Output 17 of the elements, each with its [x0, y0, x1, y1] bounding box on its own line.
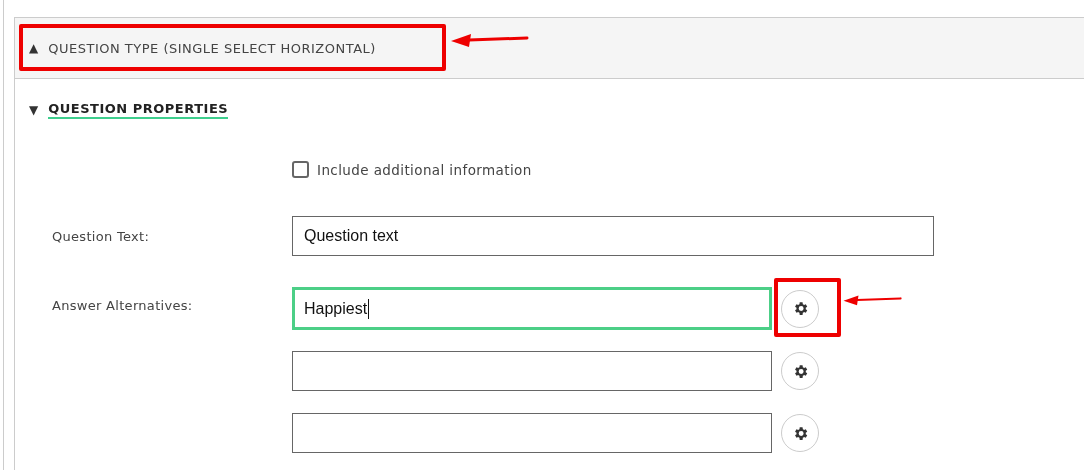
expand-arrow: ▼ [29, 103, 39, 117]
checkbox-label: Include additional information [317, 161, 532, 178]
highlight-box [774, 278, 841, 337]
checkbox[interactable] [292, 161, 309, 178]
settings-button[interactable] [781, 352, 819, 390]
section-header[interactable]: ▲ QUESTION TYPE (SINGLE SELECT HORIZONTAL) [15, 18, 1084, 79]
section-title[interactable]: QUESTION PROPERTIES [48, 101, 229, 119]
field-label: Answer Alternatives: [51, 297, 194, 315]
collapse-arrow: ▲ [29, 41, 39, 55]
answer-field[interactable]: Happiest [292, 287, 772, 330]
section-title: QUESTION TYPE (SINGLE SELECT HORIZONTAL) [48, 40, 376, 56]
settings-button[interactable] [781, 289, 819, 328]
answer-field[interactable] [292, 413, 772, 453]
settings-button[interactable] [781, 414, 819, 452]
answer-field[interactable] [292, 351, 772, 391]
field-label: Question Text: [51, 228, 151, 244]
question-text-field[interactable]: Question text [292, 216, 934, 256]
